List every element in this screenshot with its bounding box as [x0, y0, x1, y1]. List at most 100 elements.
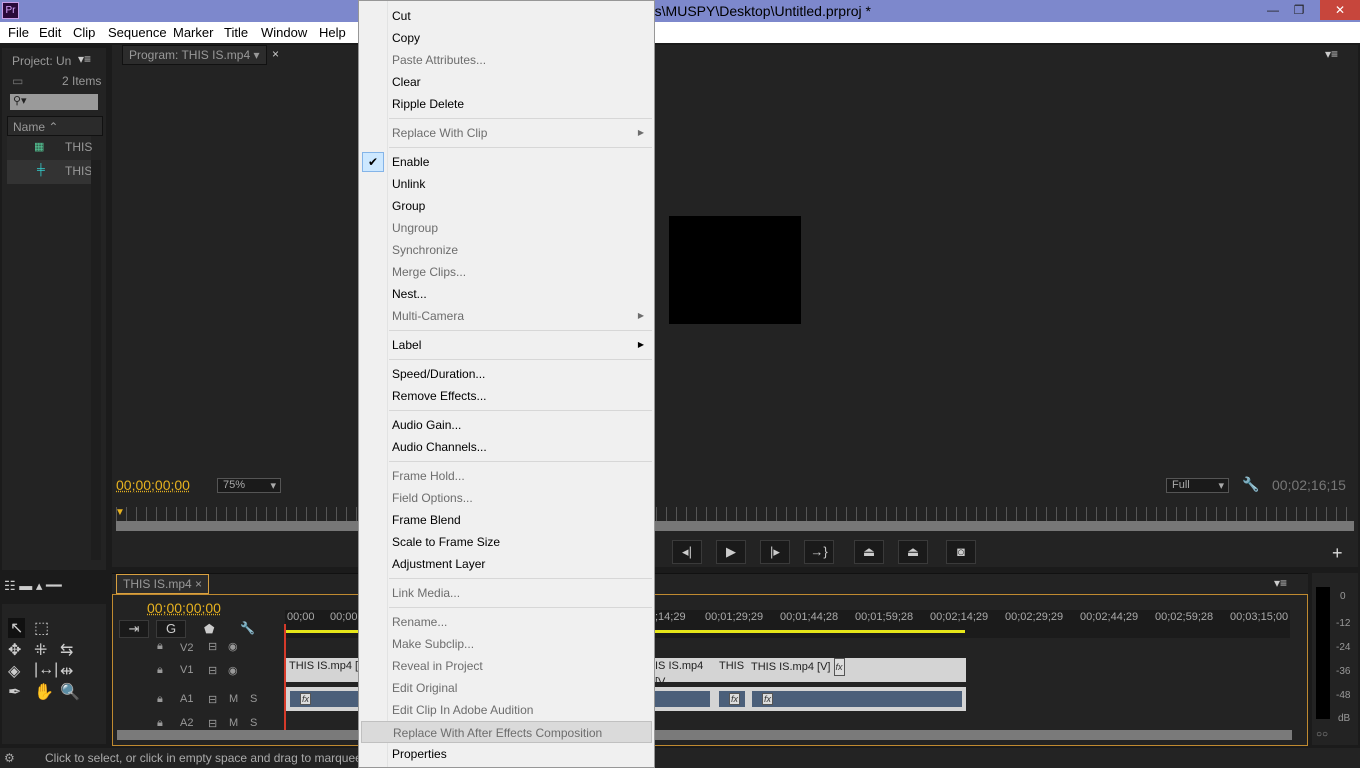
menu-edit[interactable]: Edit: [39, 25, 61, 40]
zoom-scrollbar[interactable]: [116, 521, 1354, 531]
v1-lock-icon[interactable]: 🔒︎: [157, 664, 163, 677]
play-button[interactable]: ▶: [716, 540, 746, 564]
menu-item-replace-with-after-effects-composition[interactable]: Replace With After Effects Composition: [361, 721, 652, 743]
a1-mute-button[interactable]: M: [229, 693, 238, 705]
menu-item-multi-camera[interactable]: Multi-Camera ▶: [361, 305, 652, 327]
menu-sequence[interactable]: Sequence: [108, 25, 167, 40]
timeline-timecode[interactable]: 00;00;00;00: [147, 600, 221, 616]
list-view-icon[interactable]: ☷: [4, 578, 16, 593]
name-column-header[interactable]: Name ⌃: [7, 116, 103, 136]
settings-wrench-icon[interactable]: 🔧: [1242, 476, 1259, 493]
a1-lock-icon[interactable]: 🔒︎: [157, 693, 163, 706]
zoom-dropdown[interactable]: 75% ▾: [217, 478, 281, 493]
menu-item-cut[interactable]: Cut: [361, 5, 652, 27]
menu-item-unlink[interactable]: Unlink: [361, 173, 652, 195]
step-forward-button[interactable]: |▸: [760, 540, 790, 564]
hand-tool-icon[interactable]: ✋: [34, 682, 54, 702]
scrollbar[interactable]: [91, 160, 101, 560]
project-item[interactable]: ▦ THIS: [7, 136, 92, 160]
menu-item-edit-clip-in-adobe-audition[interactable]: Edit Clip In Adobe Audition: [361, 699, 652, 721]
menu-item-merge-clips[interactable]: Merge Clips...: [361, 261, 652, 283]
quality-dropdown[interactable]: Full ▾: [1166, 478, 1229, 493]
icon-view-icon[interactable]: ▬: [19, 578, 32, 593]
solo-buttons[interactable]: ○○: [1316, 729, 1328, 740]
time-ruler[interactable]: [116, 507, 1354, 521]
lift-button[interactable]: ⏏: [854, 540, 884, 564]
menu-item-paste-attributes[interactable]: Paste Attributes...: [361, 49, 652, 71]
pen-tool-icon[interactable]: ✒: [8, 682, 21, 702]
timeline-tab[interactable]: THIS IS.mp4 ×: [116, 574, 210, 594]
timeline-settings-wrench-icon[interactable]: 🔧: [240, 621, 255, 635]
panel-menu-icon[interactable]: ▾≡: [78, 52, 91, 66]
video-clip[interactable]: IS IS.mp4 [V: [652, 658, 716, 688]
a2-mute-button[interactable]: M: [229, 717, 238, 729]
close-tab-icon[interactable]: ×: [272, 47, 279, 61]
menu-item-field-options[interactable]: Field Options...: [361, 487, 652, 509]
menu-item-frame-hold[interactable]: Frame Hold...: [361, 465, 652, 487]
close-button[interactable]: ✕: [1320, 0, 1360, 20]
menu-clip[interactable]: Clip: [73, 25, 95, 40]
v2-lock-icon[interactable]: 🔒︎: [157, 640, 163, 653]
extract-button[interactable]: ⏏: [898, 540, 928, 564]
menu-marker[interactable]: Marker: [173, 25, 213, 40]
export-frame-camera-icon[interactable]: ◙: [946, 540, 976, 564]
a2-sync-icon[interactable]: ⊟: [208, 717, 217, 730]
menu-item-label[interactable]: Label ▶: [361, 334, 652, 356]
menu-item-ungroup[interactable]: Ungroup: [361, 217, 652, 239]
program-tab[interactable]: Program: THIS IS.mp4 ▾: [122, 45, 267, 65]
v2-eye-icon[interactable]: ◉: [228, 640, 238, 653]
video-clip[interactable]: THIS: [716, 658, 748, 682]
add-button-icon[interactable]: +: [1332, 543, 1343, 564]
menu-item-link-media[interactable]: Link Media...: [361, 582, 652, 604]
zoom-tool-icon[interactable]: 🔍: [60, 682, 80, 702]
go-to-out-button[interactable]: →}: [804, 540, 834, 564]
zoom-slider[interactable]: ▴ ━━: [36, 578, 62, 593]
current-timecode[interactable]: 00;00;00;00: [116, 477, 190, 493]
menu-item-enable[interactable]: ✔ Enable: [361, 151, 652, 173]
razor-tool-icon[interactable]: ◈: [8, 661, 20, 681]
ripple-edit-tool-icon[interactable]: ✥: [8, 640, 21, 660]
menu-item-clear[interactable]: Clear: [361, 71, 652, 93]
step-back-button[interactable]: ◂|: [672, 540, 702, 564]
a1-sync-icon[interactable]: ⊟: [208, 693, 217, 706]
track-a1-label[interactable]: A1: [180, 693, 193, 705]
v2-sync-icon[interactable]: ⊟: [208, 640, 217, 653]
menu-item-frame-blend[interactable]: Frame Blend: [361, 509, 652, 531]
snap-insert-icon[interactable]: ⇥: [119, 620, 149, 638]
selection-tool-icon[interactable]: ↖: [8, 618, 26, 638]
video-clip[interactable]: THIS IS.mp4 [V] fx: [748, 658, 966, 682]
menu-item-properties[interactable]: Properties: [361, 743, 652, 765]
menu-file[interactable]: File: [8, 25, 29, 40]
menu-item-audio-channels[interactable]: Audio Channels...: [361, 436, 652, 458]
track-a2-label[interactable]: A2: [180, 717, 193, 729]
menu-item-rename[interactable]: Rename...: [361, 611, 652, 633]
panel-menu-icon[interactable]: ▾≡: [1325, 47, 1338, 61]
project-item[interactable]: ╪ THIS: [7, 160, 92, 184]
v1-eye-icon[interactable]: ◉: [228, 664, 238, 677]
menu-item-scale-to-frame-size[interactable]: Scale to Frame Size: [361, 531, 652, 553]
menu-item-ripple-delete[interactable]: Ripple Delete: [361, 93, 652, 115]
rolling-edit-tool-icon[interactable]: ⁜: [34, 640, 47, 660]
menu-item-copy[interactable]: Copy: [361, 27, 652, 49]
menu-title[interactable]: Title: [224, 25, 248, 40]
status-gear-icon[interactable]: ⚙: [4, 751, 15, 765]
minimize-button[interactable]: —: [1260, 0, 1286, 20]
panel-menu-icon[interactable]: ▾≡: [1274, 576, 1287, 590]
slip-tool-icon[interactable]: |↔|: [34, 661, 58, 679]
menu-item-audio-gain[interactable]: Audio Gain...: [361, 414, 652, 436]
add-marker-icon[interactable]: ⬟: [204, 622, 214, 636]
slide-tool-icon[interactable]: ⇹: [60, 661, 73, 681]
menu-item-replace-with-clip[interactable]: Replace With Clip ▶: [361, 122, 652, 144]
menu-item-edit-original[interactable]: Edit Original: [361, 677, 652, 699]
menu-help[interactable]: Help: [319, 25, 346, 40]
track-select-tool-icon[interactable]: ⬚: [34, 618, 49, 638]
timeline-scrollbar[interactable]: [117, 730, 1292, 740]
restore-button[interactable]: ❐: [1286, 0, 1312, 20]
search-input[interactable]: ⚲▾: [10, 94, 98, 110]
menu-item-nest[interactable]: Nest...: [361, 283, 652, 305]
menu-item-reveal-in-project[interactable]: Reveal in Project: [361, 655, 652, 677]
audio-clip[interactable]: fx: [719, 691, 745, 707]
menu-item-speed-duration[interactable]: Speed/Duration...: [361, 363, 652, 385]
track-v1-label[interactable]: V1: [180, 664, 193, 676]
menu-window[interactable]: Window: [261, 25, 307, 40]
